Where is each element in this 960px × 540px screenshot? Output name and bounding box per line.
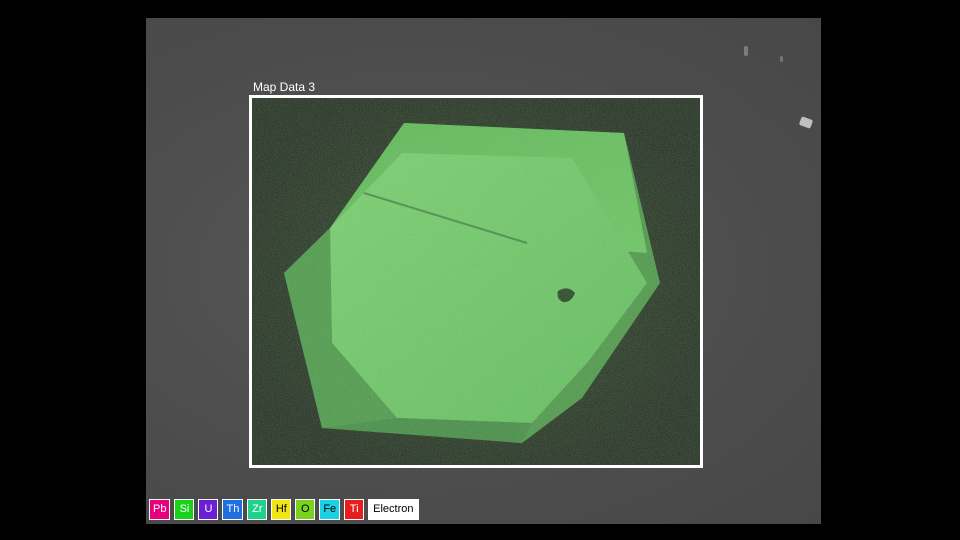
legend-chip-fe[interactable]: Fe [319,499,341,520]
element-legend: Pb Si U Th Zr Hf O Fe Ti Electron [149,499,419,520]
legend-chip-si[interactable]: Si [174,499,195,520]
legend-chip-electron[interactable]: Electron [368,499,419,520]
legend-chip-pb[interactable]: Pb [149,499,171,520]
legend-chip-o[interactable]: O [295,499,316,520]
bright-particle [780,56,783,62]
element-map-image [252,98,700,465]
legend-chip-ti[interactable]: Ti [344,499,365,520]
legend-chip-hf[interactable]: Hf [271,499,292,520]
bright-particle [744,46,748,56]
element-map-frame[interactable] [249,95,703,468]
legend-chip-th[interactable]: Th [222,499,244,520]
legend-chip-zr[interactable]: Zr [247,499,268,520]
legend-chip-u[interactable]: U [198,499,219,520]
bright-particle [798,116,814,129]
map-title: Map Data 3 [253,80,316,94]
